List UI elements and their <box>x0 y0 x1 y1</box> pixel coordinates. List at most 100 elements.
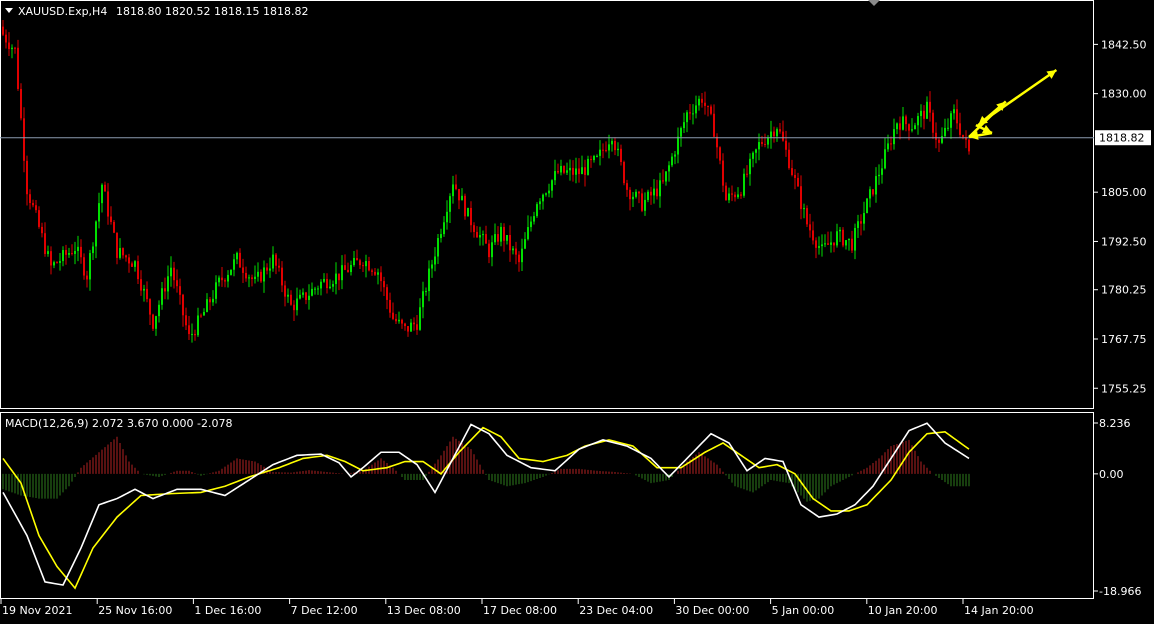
bear-candle <box>368 261 370 271</box>
bull-candle <box>617 148 619 151</box>
bear-candle <box>959 123 961 135</box>
bull-candle <box>350 265 352 273</box>
bear-candle <box>8 42 10 50</box>
bull-candle <box>530 221 532 228</box>
time-tick-label: 30 Dec 00:00 <box>675 604 749 617</box>
bear-candle <box>518 254 520 263</box>
bull-candle <box>314 288 316 290</box>
bull-candle <box>848 238 850 241</box>
bull-candle <box>365 261 367 267</box>
bear-candle <box>797 177 799 187</box>
bear-candle <box>386 287 388 300</box>
bull-candle <box>257 271 259 277</box>
bear-candle <box>221 277 223 281</box>
bull-candle <box>548 190 550 194</box>
bear-candle <box>464 195 466 217</box>
bear-candle <box>710 106 712 114</box>
bear-candle <box>470 207 472 226</box>
bear-candle <box>641 193 643 211</box>
bull-candle <box>452 184 454 197</box>
bull-candle <box>953 109 955 114</box>
bull-candle <box>683 122 685 129</box>
bull-candle <box>410 322 412 332</box>
bear-candle <box>41 226 43 234</box>
bull-candle <box>686 112 688 123</box>
bear-candle <box>152 314 154 329</box>
bull-candle <box>677 136 679 155</box>
bear-candle <box>362 265 364 267</box>
bear-candle <box>38 210 40 227</box>
bull-candle <box>611 140 613 145</box>
bear-candle <box>509 235 511 251</box>
bull-candle <box>323 278 325 282</box>
bull-candle <box>11 47 13 50</box>
bull-candle <box>272 254 274 269</box>
bear-candle <box>458 189 460 201</box>
bull-candle <box>158 304 160 317</box>
price-tick-label: 1780.25 <box>1101 284 1147 297</box>
bear-candle <box>389 299 391 313</box>
bull-candle <box>539 201 541 205</box>
bear-candle <box>473 225 475 232</box>
bull-candle <box>857 221 859 228</box>
bull-candle <box>218 277 220 283</box>
bear-candle <box>56 262 58 264</box>
bull-candle <box>461 195 463 201</box>
bull-candle <box>512 248 514 251</box>
bear-candle <box>935 132 937 140</box>
bull-candle <box>680 128 682 137</box>
bull-candle <box>467 207 469 217</box>
bear-candle <box>932 112 934 133</box>
bear-candle <box>251 277 253 280</box>
time-tick-label: 7 Dec 12:00 <box>291 604 358 617</box>
bear-candle <box>614 140 616 151</box>
price-tick-label: 1767.75 <box>1101 333 1147 346</box>
bear-candle <box>20 88 22 119</box>
trading-chart-window[interactable]: XAUUSD.Exp,H4 1818.80 1820.52 1818.15 18… <box>0 0 1154 620</box>
bear-candle <box>929 101 931 113</box>
bear-candle <box>731 193 733 195</box>
bull-candle <box>68 253 70 255</box>
bear-candle <box>338 273 340 281</box>
bull-candle <box>263 267 265 282</box>
bear-candle <box>125 255 127 258</box>
bear-candle <box>782 131 784 141</box>
bull-candle <box>398 319 400 322</box>
bull-candle <box>197 315 199 336</box>
bear-candle <box>146 288 148 300</box>
bear-candle <box>395 318 397 322</box>
bear-candle <box>224 280 226 282</box>
bull-candle <box>845 240 847 246</box>
bear-candle <box>116 232 118 258</box>
bear-candle <box>827 243 829 245</box>
chart-canvas[interactable]: XAUUSD.Exp,H4 1818.80 1820.52 1818.15 18… <box>0 0 1154 620</box>
bear-candle <box>182 294 184 316</box>
bull-candle <box>329 286 331 289</box>
symbol-label[interactable]: XAUUSD.Exp,H4 <box>18 5 107 18</box>
bear-candle <box>290 294 292 305</box>
bear-candle <box>176 280 178 287</box>
bull-candle <box>743 173 745 196</box>
bull-candle <box>593 156 595 161</box>
bear-candle <box>689 112 691 114</box>
bear-candle <box>359 260 361 266</box>
bull-candle <box>524 239 526 249</box>
bull-candle <box>737 194 739 198</box>
bull-candle <box>95 221 97 247</box>
bear-candle <box>503 226 505 241</box>
bear-candle <box>113 221 115 233</box>
chart-background <box>0 0 1154 620</box>
bear-candle <box>188 325 190 335</box>
bull-candle <box>446 211 448 223</box>
bear-candle <box>107 191 109 217</box>
bull-candle <box>299 294 301 299</box>
bull-candle <box>878 174 880 177</box>
bull-candle <box>341 265 343 281</box>
bear-candle <box>701 98 703 103</box>
price-tick-label: 1755.25 <box>1101 382 1147 395</box>
bear-candle <box>761 142 763 144</box>
bull-candle <box>752 152 754 159</box>
bear-candle <box>842 229 844 246</box>
bear-candle <box>716 136 718 148</box>
time-tick-label: 10 Jan 20:00 <box>868 604 938 617</box>
